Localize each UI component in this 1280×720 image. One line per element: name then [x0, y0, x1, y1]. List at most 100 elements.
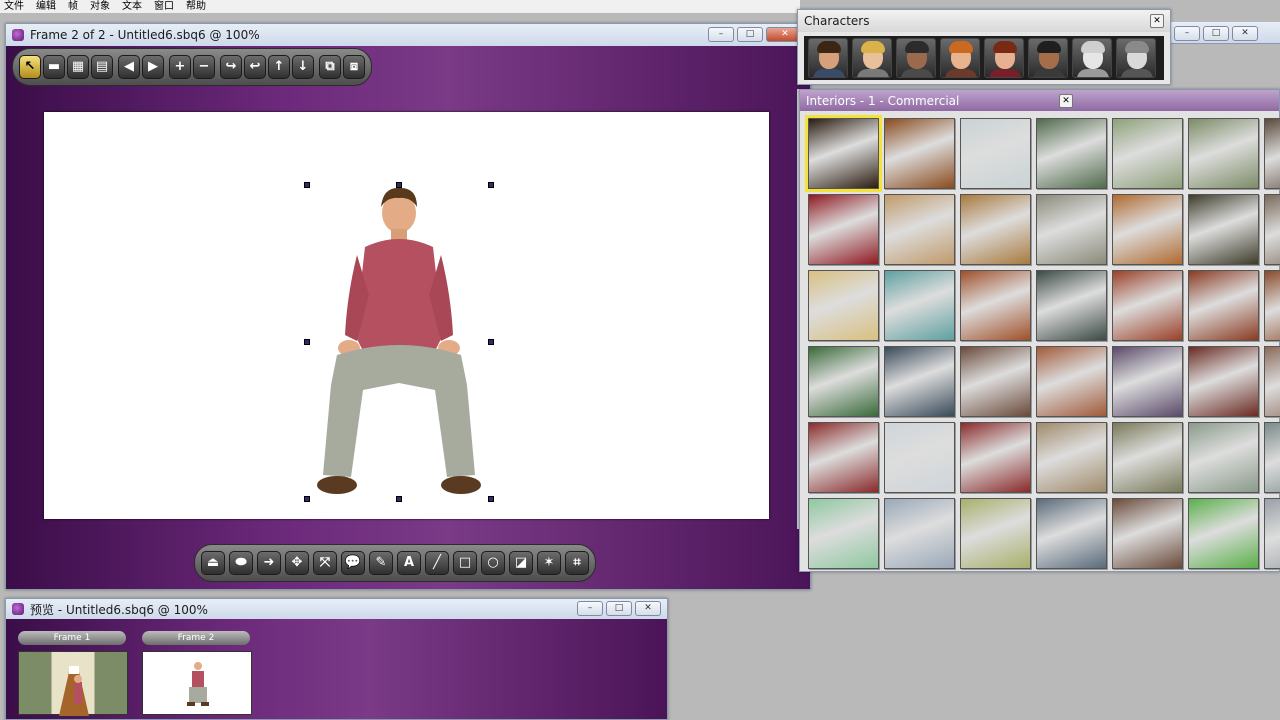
pencil-icon[interactable]: ✎	[369, 551, 393, 575]
resize-handle-s[interactable]	[396, 496, 402, 502]
add-icon[interactable]: +	[169, 55, 191, 79]
bg-maximize-button[interactable]: □	[1203, 26, 1229, 41]
expand-icon[interactable]: ✥	[285, 551, 309, 575]
menu-item-6[interactable]: 帮助	[186, 0, 206, 13]
minimize-button[interactable]: –	[708, 27, 734, 42]
character-2[interactable]	[852, 38, 892, 78]
menu-item-0[interactable]: 文件	[4, 0, 24, 13]
magic-icon[interactable]: ✶	[537, 551, 561, 575]
characters-titlebar[interactable]: Characters	[798, 10, 1170, 32]
interior-thumbnail-6-5[interactable]	[1112, 498, 1183, 569]
interior-thumbnail-3-5[interactable]	[1112, 270, 1183, 341]
bring-forward-icon[interactable]: ⧉	[319, 55, 341, 79]
selected-character[interactable]	[304, 182, 494, 502]
characters-close-button[interactable]: ✕	[1150, 14, 1164, 28]
move-right-icon[interactable]: ↪	[220, 55, 242, 79]
character-8[interactable]	[1116, 38, 1156, 78]
frame-rect-icon[interactable]: ▬	[43, 55, 65, 79]
next-icon[interactable]: ▶	[142, 55, 164, 79]
preview-titlebar[interactable]: 预览 - Untitled6.sbq6 @ 100% – □ ✕	[6, 599, 667, 619]
interior-thumbnail-5-1[interactable]	[808, 422, 879, 493]
frame-2-thumbnail[interactable]	[142, 651, 252, 715]
preview-close-button[interactable]: ✕	[635, 601, 661, 616]
shrink-icon[interactable]: ⤧	[313, 551, 337, 575]
menu-item-1[interactable]: 编辑	[36, 0, 56, 13]
crop-icon[interactable]: ⌗	[565, 551, 589, 575]
interior-thumbnail-4-5[interactable]	[1112, 346, 1183, 417]
interior-thumbnail-6-4[interactable]	[1036, 498, 1107, 569]
interior-thumbnail-1-3[interactable]	[960, 118, 1031, 189]
interior-thumbnail-4-1[interactable]	[808, 346, 879, 417]
interior-thumbnail-1-6[interactable]	[1188, 118, 1259, 189]
bg-close-button[interactable]: ✕	[1232, 26, 1258, 41]
interior-thumbnail-4-4[interactable]	[1036, 346, 1107, 417]
interior-thumbnail-5-7[interactable]	[1264, 422, 1280, 493]
interior-thumbnail-2-5[interactable]	[1112, 194, 1183, 265]
interior-thumbnail-2-7[interactable]	[1264, 194, 1280, 265]
interior-thumbnail-4-7[interactable]	[1264, 346, 1280, 417]
fill-icon[interactable]: ◪	[509, 551, 533, 575]
interior-thumbnail-6-2[interactable]	[884, 498, 955, 569]
grid-icon[interactable]: ▦	[67, 55, 89, 79]
move-up-icon[interactable]: ↑	[268, 55, 290, 79]
interior-thumbnail-4-6[interactable]	[1188, 346, 1259, 417]
interiors-titlebar[interactable]: Interiors - 1 - Commercial	[800, 90, 1279, 111]
interior-thumbnail-6-7[interactable]	[1264, 498, 1280, 569]
character-1[interactable]	[808, 38, 848, 78]
resize-handle-se[interactable]	[488, 496, 494, 502]
interior-thumbnail-3-7[interactable]	[1264, 270, 1280, 341]
interior-thumbnail-4-3[interactable]	[960, 346, 1031, 417]
send-back-icon[interactable]: ⧈	[343, 55, 365, 79]
resize-handle-ne[interactable]	[488, 182, 494, 188]
preview-minimize-button[interactable]: –	[577, 601, 603, 616]
interior-thumbnail-6-6[interactable]	[1188, 498, 1259, 569]
interior-thumbnail-6-3[interactable]	[960, 498, 1031, 569]
flip-up-icon[interactable]: ⬬	[229, 551, 253, 575]
interior-thumbnail-2-3[interactable]	[960, 194, 1031, 265]
interior-thumbnail-2-1[interactable]	[808, 194, 879, 265]
resize-handle-nw[interactable]	[304, 182, 310, 188]
frame-2-tab[interactable]: Frame 2	[142, 631, 250, 645]
ellipse-icon[interactable]: ○	[481, 551, 505, 575]
resize-handle-sw[interactable]	[304, 496, 310, 502]
prev-icon[interactable]: ◀	[118, 55, 140, 79]
interiors-close-button[interactable]: ✕	[1059, 94, 1073, 108]
arrow-right-icon[interactable]: ➜	[257, 551, 281, 575]
bg-minimize-button[interactable]: –	[1174, 26, 1200, 41]
interior-thumbnail-3-4[interactable]	[1036, 270, 1107, 341]
character-3[interactable]	[896, 38, 936, 78]
character-5[interactable]	[984, 38, 1024, 78]
frame-editor-titlebar[interactable]: Frame 2 of 2 - Untitled6.sbq6 @ 100% – □…	[6, 24, 810, 46]
interior-thumbnail-3-2[interactable]	[884, 270, 955, 341]
interior-thumbnail-1-1[interactable]	[805, 115, 882, 192]
interior-thumbnail-5-3[interactable]	[960, 422, 1031, 493]
character-6[interactable]	[1028, 38, 1068, 78]
character-4[interactable]	[940, 38, 980, 78]
remove-icon[interactable]: −	[193, 55, 215, 79]
interior-thumbnail-5-6[interactable]	[1188, 422, 1259, 493]
menu-item-4[interactable]: 文本	[122, 0, 142, 13]
frame-canvas[interactable]	[44, 112, 769, 519]
preview-maximize-button[interactable]: □	[606, 601, 632, 616]
character-7[interactable]	[1072, 38, 1112, 78]
maximize-button[interactable]: □	[737, 27, 763, 42]
interior-thumbnail-2-4[interactable]	[1036, 194, 1107, 265]
interior-thumbnail-4-2[interactable]	[884, 346, 955, 417]
select-arrow-icon[interactable]: ↖	[19, 55, 41, 79]
frame-1-tab[interactable]: Frame 1	[18, 631, 126, 645]
menu-item-3[interactable]: 对象	[90, 0, 110, 13]
speech-bubble-icon[interactable]: 💬	[341, 551, 365, 575]
interior-thumbnail-1-5[interactable]	[1112, 118, 1183, 189]
interior-thumbnail-1-7[interactable]	[1264, 118, 1280, 189]
interior-thumbnail-1-2[interactable]	[884, 118, 955, 189]
resize-handle-e[interactable]	[488, 339, 494, 345]
interior-thumbnail-3-6[interactable]	[1188, 270, 1259, 341]
text-icon[interactable]: A	[397, 551, 421, 575]
interior-thumbnail-5-5[interactable]	[1112, 422, 1183, 493]
interior-thumbnail-6-1[interactable]	[808, 498, 879, 569]
resize-handle-n[interactable]	[396, 182, 402, 188]
interior-thumbnail-3-3[interactable]	[960, 270, 1031, 341]
menu-item-5[interactable]: 窗口	[154, 0, 174, 13]
interior-thumbnail-1-4[interactable]	[1036, 118, 1107, 189]
interior-thumbnail-2-6[interactable]	[1188, 194, 1259, 265]
